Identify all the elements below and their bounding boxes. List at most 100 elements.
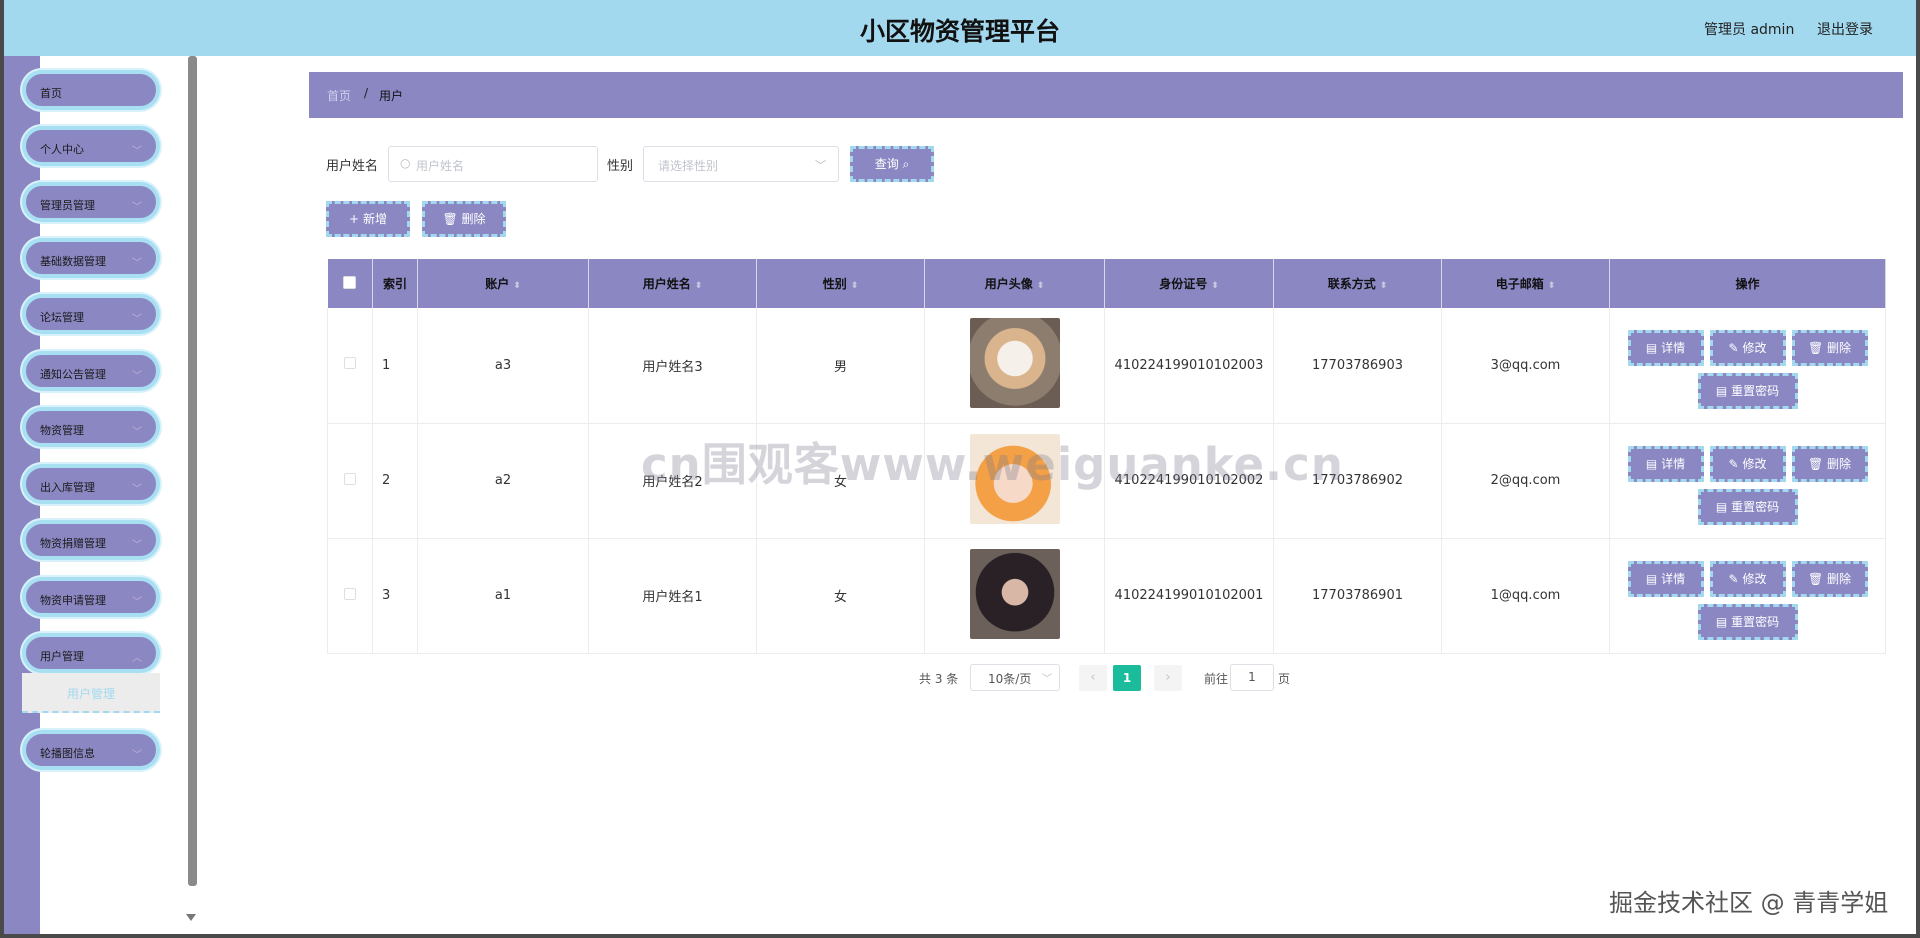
edit-button[interactable]: ✎ 修改 xyxy=(1709,330,1786,367)
pencil-icon: ✎ xyxy=(1728,341,1739,356)
breadcrumb-home[interactable]: 首页 xyxy=(327,87,351,104)
name-search-input[interactable]: ○ 用户姓名 xyxy=(388,146,598,182)
sidebar-scrollbar[interactable] xyxy=(188,56,197,886)
search-icon: ○ xyxy=(400,156,411,170)
sort-icon: ⬍ xyxy=(1036,281,1045,291)
page-size-value: 10条/页 xyxy=(988,672,1032,686)
cell-account: a1 xyxy=(417,538,589,654)
menu-item-carousel[interactable]: 轮播图信息 ﹀ xyxy=(22,730,160,770)
edit-button[interactable]: ✎ 修改 xyxy=(1709,560,1786,597)
search-icon: ⌕ xyxy=(902,157,910,171)
row-checkbox[interactable] xyxy=(344,357,356,370)
cell-gender: 女 xyxy=(756,538,925,654)
row-delete-button[interactable]: 🗑 删除 xyxy=(1791,330,1868,367)
column-header[interactable]: 联系方式 ⬍ xyxy=(1273,259,1442,308)
chevron-down-icon: ﹀ xyxy=(132,314,142,325)
table-row: 1 a3 用户姓名3 男 410224199010102003 17703786… xyxy=(327,308,1886,424)
logout-link[interactable]: 退出登录 xyxy=(1817,19,1873,39)
prev-page-button[interactable]: ‹ xyxy=(1079,665,1107,691)
menu-item-notice[interactable]: 通知公告管理 ﹀ xyxy=(22,351,160,391)
reset-password-button[interactable]: ▤ 重置密码 xyxy=(1697,488,1798,525)
column-header[interactable]: 账户 ⬍ xyxy=(417,259,589,308)
row-checkbox[interactable] xyxy=(344,472,356,485)
goto-page-input[interactable]: 1 xyxy=(1230,664,1274,691)
detail-button[interactable]: ▤ 详情 xyxy=(1627,445,1704,482)
reset-password-button[interactable]: ▤ 重置密码 xyxy=(1697,373,1798,410)
chevron-down-icon: ﹀ xyxy=(132,540,142,551)
delete-button[interactable]: 🗑 删除 xyxy=(422,201,506,237)
chevron-down-icon: ﹀ xyxy=(132,146,142,157)
page-number-current[interactable]: 1 xyxy=(1113,665,1141,691)
chevron-down-icon: ﹀ xyxy=(132,371,142,382)
query-button[interactable]: 查询 ⌕ xyxy=(850,146,934,182)
menu-item-application[interactable]: 物资申请管理 ﹀ xyxy=(22,577,160,617)
total-count: 共 3 条 xyxy=(919,672,959,686)
cell-phone: 17703786903 xyxy=(1273,308,1442,424)
name-placeholder: 用户姓名 xyxy=(416,159,465,173)
document-icon: ▤ xyxy=(1715,384,1728,399)
gender-placeholder: 请选择性别 xyxy=(658,159,719,173)
gender-select[interactable]: 请选择性别 ﹀ xyxy=(643,146,839,182)
menu-item-home[interactable]: 首页 xyxy=(22,70,160,110)
chevron-up-icon: ︿ xyxy=(132,653,142,664)
app-window: 小区物资管理平台 管理员 admin 退出登录 首页 个人中心 ﹀ 管理员管理 … xyxy=(4,0,1916,934)
menu-label: 基础数据管理 xyxy=(40,255,106,268)
menu-label: 管理员管理 xyxy=(40,199,95,212)
cell-email: 3@qq.com xyxy=(1441,308,1610,424)
row-delete-button[interactable]: 🗑 删除 xyxy=(1791,560,1868,597)
row-checkbox[interactable] xyxy=(344,587,356,600)
column-header[interactable]: 用户头像 ⬍ xyxy=(924,259,1105,308)
watermark: cn围观客www.weiguanke.cn xyxy=(641,438,1344,491)
breadcrumb-separator: / xyxy=(364,86,369,100)
column-header[interactable]: 电子邮箱 ⬍ xyxy=(1441,259,1610,308)
column-header[interactable]: 用户姓名 ⬍ xyxy=(588,259,757,308)
cell-email: 2@qq.com xyxy=(1441,423,1610,539)
menu-label: 首页 xyxy=(40,87,62,100)
menu-item-supplies[interactable]: 物资管理 ﹀ xyxy=(22,407,160,447)
breadcrumb: 首页 / 用户 xyxy=(309,72,1903,118)
menu-label: 论坛管理 xyxy=(40,311,84,324)
select-all-cell xyxy=(327,259,373,308)
top-header: 小区物资管理平台 管理员 admin 退出登录 xyxy=(4,0,1916,56)
document-icon: ▤ xyxy=(1645,571,1658,586)
pencil-icon: ✎ xyxy=(1728,571,1739,586)
menu-item-forum[interactable]: 论坛管理 ﹀ xyxy=(22,294,160,334)
trash-icon: 🗑 xyxy=(1807,571,1824,586)
next-page-button[interactable]: › xyxy=(1154,665,1182,691)
menu-item-base-data[interactable]: 基础数据管理 ﹀ xyxy=(22,238,160,278)
column-header[interactable]: 性别 ⬍ xyxy=(756,259,925,308)
menu-label: 轮播图信息 xyxy=(40,747,95,760)
cell-actions: ▤ 详情 ✎ 修改 🗑 删除 ▤ 重置密码 xyxy=(1609,423,1886,539)
row-delete-button[interactable]: 🗑 删除 xyxy=(1791,445,1868,482)
menu-item-profile[interactable]: 个人中心 ﹀ xyxy=(22,126,160,166)
name-filter-label: 用户姓名 xyxy=(326,159,379,174)
cell-name: 用户姓名3 xyxy=(588,308,757,424)
add-button[interactable]: + 新增 xyxy=(326,201,410,237)
cell-index: 1 xyxy=(372,308,418,424)
query-label: 查询 xyxy=(874,157,899,171)
cell-avatar xyxy=(924,538,1105,654)
menu-item-donation[interactable]: 物资捐赠管理 ﹀ xyxy=(22,520,160,560)
column-header[interactable]: 身份证号 ⬍ xyxy=(1104,259,1274,308)
scroll-down-icon[interactable] xyxy=(186,914,196,921)
detail-button[interactable]: ▤ 详情 xyxy=(1627,330,1704,367)
avatar[interactable] xyxy=(969,548,1060,639)
chevron-down-icon: ﹀ xyxy=(132,750,142,761)
trash-icon: 🗑 xyxy=(1807,341,1824,356)
page-size-select[interactable]: 10条/页 ﹀ xyxy=(970,664,1060,691)
chevron-down-icon: ﹀ xyxy=(132,258,142,269)
sort-icon: ⬍ xyxy=(1211,281,1219,291)
sort-icon: ⬍ xyxy=(513,281,521,291)
menu-label: 用户管理 xyxy=(40,650,84,663)
menu-item-admin-manage[interactable]: 管理员管理 ﹀ xyxy=(22,182,160,222)
edit-button[interactable]: ✎ 修改 xyxy=(1709,445,1786,482)
select-all-checkbox[interactable] xyxy=(343,275,357,289)
menu-label: 个人中心 xyxy=(40,143,84,156)
detail-button[interactable]: ▤ 详情 xyxy=(1627,560,1704,597)
menu-item-inout[interactable]: 出入库管理 ﹀ xyxy=(22,464,160,504)
sort-icon: ⬍ xyxy=(1379,281,1388,291)
pagination: 共 3 条 10条/页 ﹀ ‹ 1 › 前往 1 页 xyxy=(4,664,1916,692)
reset-password-button[interactable]: ▤ 重置密码 xyxy=(1697,603,1798,640)
document-icon: ▤ xyxy=(1715,499,1728,514)
avatar[interactable] xyxy=(969,318,1060,409)
